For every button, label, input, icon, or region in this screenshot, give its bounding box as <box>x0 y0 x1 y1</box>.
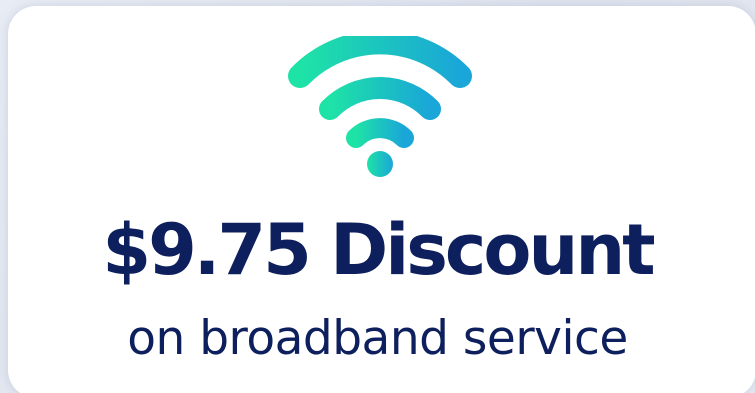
wifi-icon <box>288 36 472 177</box>
discount-subline: on broadband service <box>127 311 628 366</box>
discount-headline: $9.75 Discount <box>102 209 655 291</box>
